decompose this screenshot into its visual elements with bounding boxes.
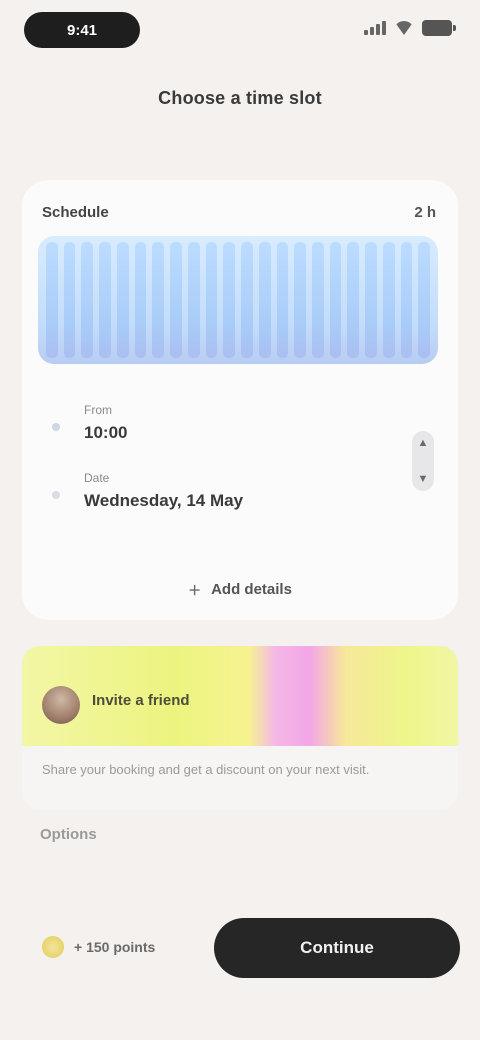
- time-slot-bars[interactable]: [38, 236, 438, 364]
- add-details-link[interactable]: ＋ Add details: [22, 580, 458, 599]
- time-slot-bar[interactable]: [400, 242, 413, 358]
- slot-info: From 10:00 Date Wednesday, 14 May ▲ ▼: [40, 395, 440, 535]
- date-value[interactable]: Wednesday, 14 May: [84, 491, 243, 511]
- page-title: Choose a time slot: [158, 88, 322, 108]
- points-info: + 150 points: [42, 936, 155, 958]
- promo-banner[interactable]: Invite a friend: [22, 646, 458, 746]
- time-slot-bar[interactable]: [170, 242, 182, 358]
- banner-subtitle: Share your booking and get a discount on…: [22, 746, 458, 810]
- time-slot-bar[interactable]: [347, 242, 360, 358]
- status-time: 9:41: [24, 12, 140, 48]
- time-slot-bar[interactable]: [116, 242, 129, 358]
- time-slot-bar[interactable]: [46, 242, 58, 358]
- time-slot-bar[interactable]: [99, 242, 111, 358]
- time-slot-bar[interactable]: [276, 242, 289, 358]
- card-label: Schedule: [42, 204, 109, 221]
- bottom-bar: + 150 points Continue: [0, 900, 480, 1000]
- card-count: 2 h: [414, 204, 436, 221]
- time-slot-bar[interactable]: [382, 242, 395, 358]
- time-slot-bar[interactable]: [187, 242, 200, 358]
- schedule-card: Schedule 2 h From 10:00 Date Wednesday, …: [22, 180, 458, 620]
- status-icons: [364, 20, 456, 36]
- avatar: [42, 686, 80, 724]
- time-slot-bar[interactable]: [205, 242, 218, 358]
- signal-icon: [364, 21, 386, 35]
- battery-icon: [422, 20, 456, 36]
- time-slot-bar[interactable]: [312, 242, 324, 358]
- time-slot-bar[interactable]: [81, 242, 94, 358]
- time-slot-bar[interactable]: [63, 242, 76, 358]
- bullet-icon: [52, 491, 60, 499]
- time-slot-bar[interactable]: [365, 242, 377, 358]
- time-slot-bar[interactable]: [134, 242, 147, 358]
- time-stepper[interactable]: ▲ ▼: [412, 431, 434, 491]
- time-slot-bar[interactable]: [152, 242, 165, 358]
- plus-icon: ＋: [188, 583, 202, 598]
- coin-icon: [42, 936, 64, 958]
- date-label: Date: [84, 471, 110, 485]
- start-label: From: [84, 403, 112, 417]
- time-slot-bar[interactable]: [241, 242, 253, 358]
- time-slot-bar[interactable]: [329, 242, 342, 358]
- time-slot-bar[interactable]: [223, 242, 236, 358]
- time-slot-bar[interactable]: [294, 242, 307, 358]
- section-label: Options: [40, 826, 97, 843]
- status-bar: 9:41: [0, 0, 480, 60]
- continue-button[interactable]: Continue: [214, 918, 460, 978]
- chevron-down-icon[interactable]: ▼: [418, 473, 429, 485]
- time-slot-bar[interactable]: [418, 242, 431, 358]
- time-slot-bar[interactable]: [258, 242, 271, 358]
- start-value[interactable]: 10:00: [84, 423, 127, 443]
- card-header: Schedule 2 h: [42, 204, 436, 221]
- wifi-icon: [394, 21, 414, 35]
- chevron-up-icon[interactable]: ▲: [418, 437, 429, 449]
- bullet-icon: [52, 423, 60, 431]
- add-details-label: Add details: [211, 581, 292, 598]
- points-text: + 150 points: [74, 939, 156, 955]
- banner-title: Invite a friend: [92, 692, 190, 709]
